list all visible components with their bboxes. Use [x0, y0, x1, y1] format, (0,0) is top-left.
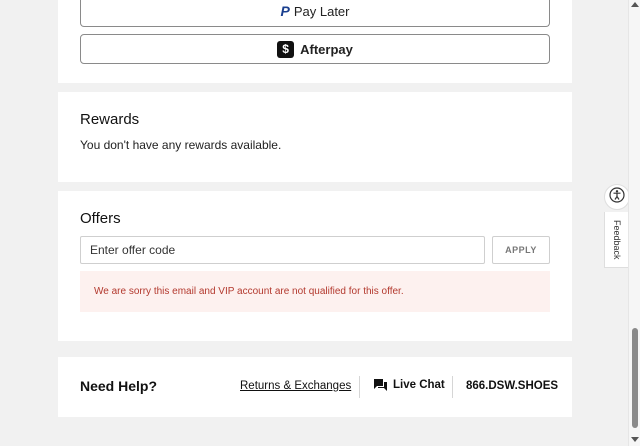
payment-options-card: P Pay Later $ Afterpay	[58, 0, 572, 83]
accessibility-icon	[609, 186, 625, 208]
help-card: Need Help? Returns & Exchanges Live Chat…	[58, 357, 572, 417]
afterpay-button[interactable]: $ Afterpay	[80, 34, 550, 64]
scrollbar-thumb[interactable]	[632, 328, 638, 428]
afterpay-icon: $	[277, 40, 295, 58]
apply-button[interactable]: APPLY	[492, 236, 550, 264]
need-help-title: Need Help?	[80, 378, 158, 394]
offer-error-message: We are sorry this email and VIP account …	[80, 271, 550, 312]
divider	[452, 376, 453, 398]
offers-title: Offers	[80, 210, 121, 227]
live-chat-label: Live Chat	[393, 379, 445, 391]
chat-bubble-icon	[373, 378, 388, 392]
divider	[359, 376, 360, 398]
afterpay-label: Afterpay	[300, 41, 353, 57]
scroll-down-arrow-icon[interactable]	[631, 437, 639, 442]
feedback-tab[interactable]: Feedback	[604, 212, 630, 268]
rewards-card: Rewards You don't have any rewards avail…	[58, 92, 572, 182]
rewards-message: You don't have any rewards available.	[80, 138, 282, 152]
scroll-up-arrow-icon[interactable]	[631, 2, 639, 7]
paylater-label: Pay Later	[293, 3, 350, 19]
paypal-icon: P	[280, 3, 290, 19]
offer-code-input[interactable]	[80, 236, 485, 264]
rewards-title: Rewards	[80, 111, 140, 128]
feedback-label: Feedback	[612, 219, 622, 260]
paypal-pay-later-button[interactable]: P Pay Later	[80, 0, 550, 27]
scrollbar[interactable]	[628, 0, 640, 446]
phone-number-link[interactable]: 866.DSW.SHOES	[466, 380, 558, 392]
accessibility-button[interactable]	[604, 184, 630, 210]
offers-card: Offers APPLY We are sorry this email and…	[58, 191, 572, 341]
returns-exchanges-link[interactable]: Returns & Exchanges	[240, 380, 351, 392]
live-chat-link[interactable]: Live Chat	[373, 378, 445, 392]
